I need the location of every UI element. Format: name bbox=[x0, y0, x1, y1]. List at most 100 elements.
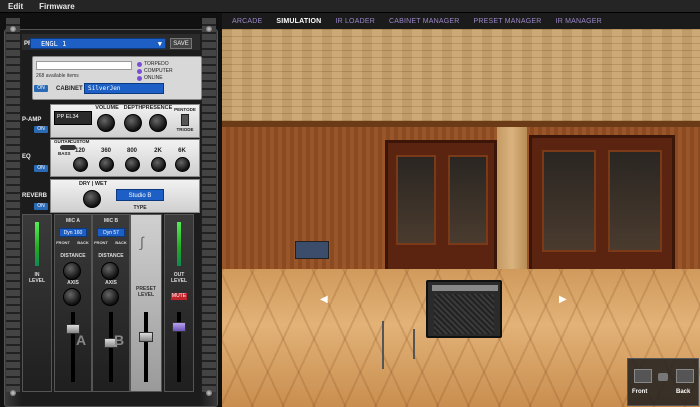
mic-b-back[interactable]: BACK bbox=[112, 240, 130, 245]
eq-band-label: 360 bbox=[100, 148, 111, 154]
out-level-meter bbox=[177, 222, 181, 266]
mic-a-axis-knob[interactable] bbox=[63, 288, 81, 306]
preset-select[interactable]: ENGL 1 ▼ bbox=[30, 38, 166, 49]
tab-ir-manager[interactable]: IR MANAGER bbox=[556, 18, 602, 25]
tab-preset-manager[interactable]: PRESET MANAGER bbox=[474, 18, 542, 25]
menu-firmware[interactable]: Firmware bbox=[31, 2, 83, 11]
mic-a-distance-label: DISTANCE bbox=[60, 253, 86, 259]
back-view-label[interactable]: Back bbox=[676, 389, 690, 395]
back-view-icon[interactable] bbox=[676, 369, 694, 383]
mic-b-distance-knob[interactable] bbox=[101, 262, 119, 280]
tab-arcade[interactable]: ARCADE bbox=[232, 18, 262, 25]
mic-b-select[interactable]: Dyn 57 bbox=[97, 228, 125, 237]
dry-wet-knob[interactable] bbox=[83, 190, 101, 208]
mic-a-front[interactable]: FRONT bbox=[54, 240, 72, 245]
mic-a-distance-knob[interactable] bbox=[63, 262, 81, 280]
preset-level-fader[interactable] bbox=[139, 332, 153, 342]
radio-icon bbox=[137, 75, 142, 81]
door-window bbox=[396, 155, 436, 245]
mic-a-select[interactable]: Dyn 160 bbox=[59, 228, 87, 237]
out-level-fader[interactable] bbox=[172, 322, 186, 332]
knob-label: PRESENCE bbox=[142, 105, 173, 111]
amp-grille bbox=[434, 294, 494, 334]
source-computer[interactable]: COMPUTER bbox=[137, 68, 173, 74]
preset-level-label: PRESET LEVEL bbox=[135, 286, 156, 298]
reverb-on-button[interactable]: ON bbox=[34, 203, 48, 210]
menu-edit[interactable]: Edit bbox=[0, 2, 31, 11]
rack-bolt-icon bbox=[10, 26, 16, 32]
mic-b-label: MIC B bbox=[103, 218, 119, 224]
in-level-label: IN LEVEL bbox=[28, 272, 46, 284]
bass-label: BASS bbox=[58, 151, 71, 156]
reverb-label: REVERB bbox=[22, 193, 48, 199]
pentode-label: PENTODE bbox=[174, 107, 196, 112]
mic-stand-a[interactable] bbox=[382, 321, 384, 369]
rack-rail-left bbox=[6, 18, 20, 392]
tab-ir-loader[interactable]: IR LOADER bbox=[335, 18, 375, 25]
depth-knob[interactable] bbox=[124, 114, 142, 132]
in-level-meter bbox=[35, 222, 39, 266]
tab-cabinet-manager[interactable]: CABINET MANAGER bbox=[389, 18, 460, 25]
mic-b-front[interactable]: FRONT bbox=[92, 240, 110, 245]
pentode-triode-switch[interactable] bbox=[181, 114, 189, 126]
eq-mode-custom[interactable]: CUSTOM bbox=[70, 139, 89, 144]
rotate-right-icon[interactable]: ▶ bbox=[559, 294, 567, 305]
front-view-icon[interactable] bbox=[634, 369, 652, 383]
chevron-down-icon: ▼ bbox=[157, 40, 162, 48]
wall-beam bbox=[222, 121, 700, 127]
available-count: 268 available items bbox=[36, 73, 79, 79]
source-torpedo[interactable]: TORPEDO bbox=[137, 61, 169, 67]
reverb-type-display[interactable]: Studio B bbox=[116, 189, 164, 201]
mic-a-letter: A bbox=[76, 332, 87, 348]
mic-b-axis-label: AXIS bbox=[105, 280, 117, 286]
eq-on-button[interactable]: ON bbox=[34, 165, 48, 172]
radio-icon bbox=[137, 61, 142, 67]
guitar-amp[interactable] bbox=[426, 280, 502, 338]
preset-value: ENGL 1 bbox=[41, 40, 67, 48]
eq-360-knob[interactable] bbox=[99, 157, 114, 172]
mic-b-letter: B bbox=[114, 332, 125, 348]
volume-knob[interactable] bbox=[97, 114, 115, 132]
eq-band-label: 800 bbox=[126, 148, 137, 154]
mic-a-axis-label: AXIS bbox=[67, 280, 79, 286]
rack-bolt-icon bbox=[10, 390, 16, 396]
front-view-label[interactable]: Front bbox=[632, 389, 647, 395]
search-input[interactable] bbox=[36, 61, 132, 70]
source-label: ONLINE bbox=[144, 75, 163, 81]
door-window bbox=[542, 150, 596, 252]
torpedo-logo-icon: ∫ bbox=[140, 234, 144, 250]
pamp-on-button[interactable]: ON bbox=[34, 126, 48, 133]
source-online[interactable]: ONLINE bbox=[137, 75, 163, 81]
mic-b-distance-label: DISTANCE bbox=[98, 253, 124, 259]
mute-button[interactable]: MUTE bbox=[171, 293, 187, 300]
wall-diffusers bbox=[222, 29, 700, 134]
view-switcher: Front Back bbox=[627, 358, 699, 406]
menu-bar: Edit Firmware bbox=[0, 0, 700, 13]
door-window bbox=[448, 155, 488, 245]
eq-800-knob[interactable] bbox=[125, 157, 140, 172]
eq-mode-guitar[interactable]: GUITAR bbox=[54, 139, 71, 144]
rotate-left-icon[interactable]: ◀ bbox=[320, 294, 328, 305]
wall-pillar bbox=[497, 127, 527, 277]
tab-simulation[interactable]: SIMULATION bbox=[276, 18, 321, 25]
tube-display[interactable]: PP EL34 bbox=[54, 111, 92, 125]
eq-6k-knob[interactable] bbox=[175, 157, 190, 172]
presence-knob[interactable] bbox=[149, 114, 167, 132]
mic-stand-b[interactable] bbox=[413, 329, 415, 359]
cabinet-select[interactable]: SilverJen bbox=[84, 83, 164, 94]
mic-a-fader-track bbox=[71, 312, 75, 382]
eq-120-knob[interactable] bbox=[73, 157, 88, 172]
reverb-type-label: TYPE bbox=[133, 205, 147, 211]
wall-outlet bbox=[295, 241, 329, 259]
mic-a-back[interactable]: BACK bbox=[74, 240, 92, 245]
door-window bbox=[608, 150, 662, 252]
amp-control-panel bbox=[432, 285, 498, 291]
save-button[interactable]: SAVE bbox=[170, 38, 192, 49]
rack-bolt-icon bbox=[206, 26, 212, 32]
cabinet-on-button[interactable]: ON bbox=[34, 85, 48, 92]
knob-label: VOLUME bbox=[95, 105, 119, 111]
room-view[interactable]: ◀ ▶ Front Back bbox=[222, 29, 700, 407]
radio-icon bbox=[137, 68, 142, 74]
mic-b-axis-knob[interactable] bbox=[101, 288, 119, 306]
eq-2k-knob[interactable] bbox=[151, 157, 166, 172]
